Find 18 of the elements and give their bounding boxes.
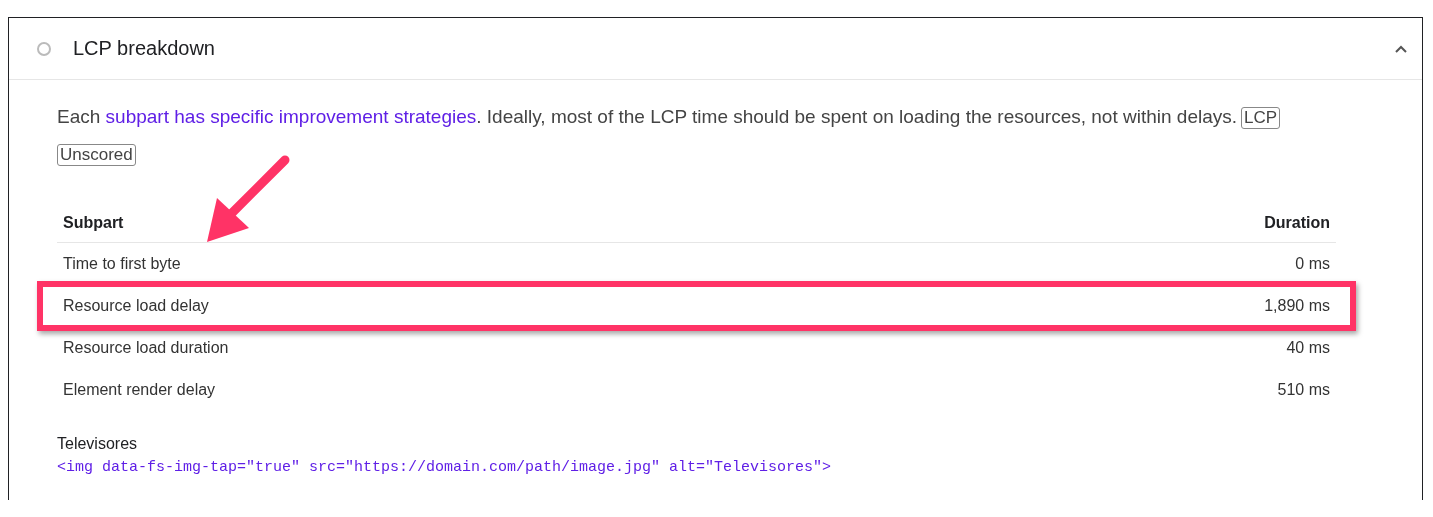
table-cell-text: 510 ms xyxy=(1276,380,1331,400)
table-cell-text: 1,890 ms xyxy=(1263,296,1331,316)
code-snippet: <img data-fs-img-tap="true" src="https://domain.com/path/image.jpg" alt="Televisores"> xyxy=(57,459,833,476)
status-circle-icon xyxy=(37,41,51,56)
description-text: Each subpart has specific improvement strategies. Ideally, most of the LCP time should be spent on loading the resources, not within delays. xyxy=(57,106,1238,127)
node-label: Televisores xyxy=(57,435,139,453)
table-cell: Time to first byte xyxy=(57,242,947,285)
tag-label: Unscored xyxy=(57,144,136,166)
column-header: Duration xyxy=(946,204,1336,243)
strategies-link[interactable]: subpart has specific improvement strategies xyxy=(105,106,477,127)
table-cell-text: 40 ms xyxy=(1285,338,1331,358)
chevron-icon[interactable] xyxy=(1394,43,1408,54)
table-cell-text: Resource load duration xyxy=(62,338,230,358)
table-cell-text: Resource load delay xyxy=(62,296,210,316)
tag-label: LCP xyxy=(1241,107,1281,129)
table-cell: 0 ms xyxy=(946,242,1336,285)
audit-title[interactable]: LCP breakdown xyxy=(73,37,1394,60)
table-cell-text: Element render delay xyxy=(62,380,217,400)
